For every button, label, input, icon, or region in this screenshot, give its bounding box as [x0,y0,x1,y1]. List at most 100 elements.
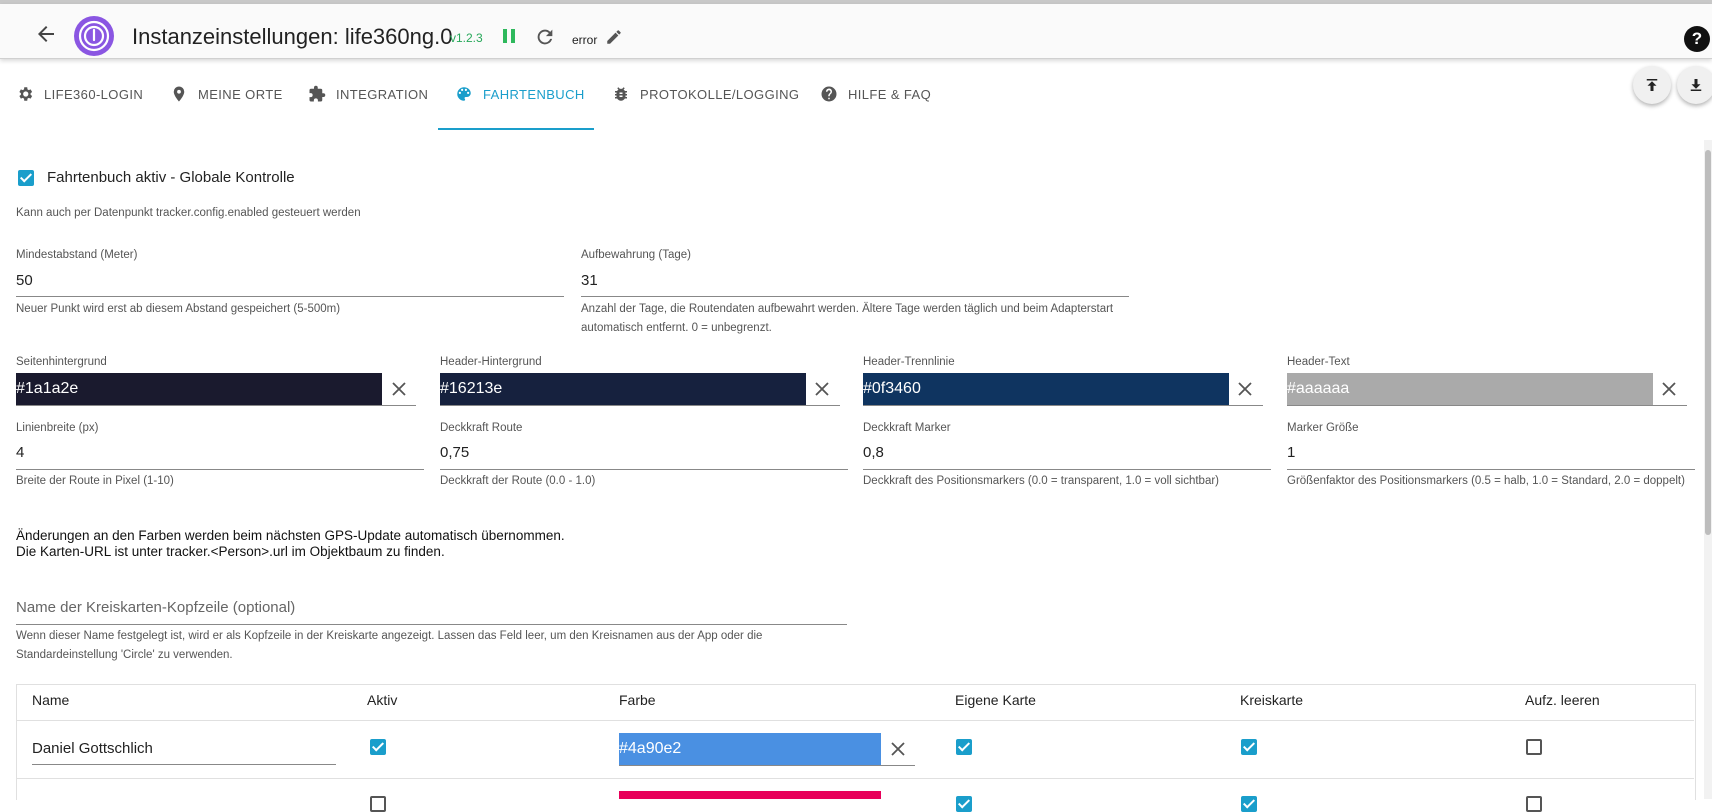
person-active-checkbox[interactable] [370,739,386,755]
life360-logo-icon [78,20,110,52]
retention-helper: Anzahl der Tage, die Routendaten aufbewa… [581,303,1114,334]
settings-tabs: LIFE360-LOGIN MEINE ORTE INTEGRATION FAH… [0,58,1630,132]
person-clear-checkbox[interactable] [1526,796,1542,812]
marker-opacity-label: Deckkraft Marker [863,422,951,434]
person-clear-checkbox[interactable] [1526,739,1542,755]
header-bg-color-input[interactable]: #16213e [440,373,806,405]
palette-icon [457,87,471,101]
tab-integration[interactable]: INTEGRATION [308,58,428,130]
circle-header-underline [16,624,847,625]
page-bg-label: Seitenhintergrund [16,356,107,368]
tab-label: INTEGRATION [336,86,429,102]
help-button[interactable]: ? [1684,26,1710,52]
fahrtenbuch-enabled-checkbox[interactable] [18,170,34,186]
route-opacity-label: Deckkraft Route [440,422,523,434]
line-width-input[interactable]: 4 [16,444,24,461]
active-tab-indicator [438,128,594,130]
download-config-button[interactable] [1677,66,1712,104]
marker-size-underline [1287,469,1695,470]
color-info-line-1: Änderungen an den Farben werden beim näc… [16,528,565,543]
page-bg-underline [16,405,416,406]
life360-logo [74,16,114,56]
header-text-label: Header-Text [1287,356,1350,368]
line-width-helper: Breite der Route in Pixel (1-10) [16,475,174,487]
retention-underline [581,296,1129,297]
tab-meine-orte[interactable]: MEINE ORTE [170,58,283,130]
page-bg-color-input[interactable]: #1a1a2e [16,373,382,405]
person-name-input[interactable]: Daniel Gottschlich [32,740,153,757]
person-color-underline [619,765,915,766]
edit-pencil-icon[interactable] [605,28,623,46]
column-header-eigene-karte: Eigene Karte [955,692,1036,708]
status-text: error [572,33,598,47]
clear-icon[interactable] [814,381,830,397]
marker-size-input[interactable]: 1 [1287,444,1295,461]
fahrtenbuch-enabled-label: Fahrtenbuch aktiv - Globale Kontrolle [47,169,295,186]
header-text-color-input[interactable]: #aaaaaa [1287,373,1653,405]
version-badge: v1.2.3 [450,31,483,45]
app-header: Instanzeinstellungen: life360ng.0 v1.2.3… [0,4,1712,59]
help-circle-icon [821,86,837,102]
clear-icon[interactable] [391,381,407,397]
color-info-text: Änderungen an den Farben werden beim näc… [16,528,565,560]
tab-label: LIFE360-LOGIN [44,86,144,102]
retention-label: Aufbewahrung (Tage) [581,249,691,261]
column-header-kreiskarte: Kreiskarte [1240,692,1304,708]
header-bg-underline [440,405,840,406]
min-distance-label: Mindestabstand (Meter) [16,249,138,261]
clear-icon[interactable] [1237,381,1253,397]
route-opacity-underline [440,469,848,470]
reload-icon[interactable] [534,26,556,48]
person-color-input[interactable] [619,791,881,799]
person-color-input[interactable]: #4a90e2 [619,733,881,765]
column-header-aktiv: Aktiv [367,692,398,708]
pause-icon[interactable] [503,29,519,48]
route-opacity-helper: Deckkraft der Route (0.0 - 1.0) [440,475,596,487]
column-header-aufz-leeren: Aufz. leeren [1525,692,1600,708]
marker-opacity-helper: Deckkraft des Positionsmarkers (0.0 = tr… [863,475,1220,487]
line-width-underline [16,469,424,470]
route-opacity-input[interactable]: 0,75 [440,444,469,461]
header-divider-underline [863,405,1263,406]
person-circle-map-checkbox[interactable] [1241,739,1257,755]
clear-icon[interactable] [1661,381,1677,397]
header-divider-label: Header-Trennlinie [863,356,955,368]
download-icon [1690,79,1702,91]
tab-protokolle-logging[interactable]: PROTOKOLLE/LOGGING [612,58,799,130]
person-own-map-checkbox[interactable] [956,796,972,812]
tab-fahrtenbuch[interactable]: FAHRTENBUCH [455,58,585,130]
person-own-map-checkbox[interactable] [956,739,972,755]
bug-icon [615,87,627,101]
tab-label: FAHRTENBUCH [483,86,585,102]
marker-opacity-underline [863,469,1271,470]
header-divider-color-input[interactable]: #0f3460 [863,373,1229,405]
table-header-divider [16,720,1694,721]
tab-life360-login[interactable]: LIFE360-LOGIN [16,58,143,130]
tab-label: HILFE & FAQ [848,86,932,102]
clear-icon[interactable] [890,741,906,757]
marker-opacity-input[interactable]: 0,8 [863,444,884,461]
scrollbar-thumb[interactable] [1705,150,1711,535]
min-distance-helper: Neuer Punkt wird erst ab diesem Abstand … [16,303,341,315]
column-header-name: Name [32,692,70,708]
color-info-line-2: Die Karten-URL ist unter tracker.<Person… [16,544,445,559]
line-width-label: Linienbreite (px) [16,422,99,434]
marker-size-label: Marker Größe [1287,422,1359,434]
upload-config-button[interactable] [1633,66,1671,104]
gear-icon [19,87,33,101]
page-title: Instanzeinstellungen: life360ng.0 [132,24,453,49]
min-distance-input[interactable]: 50 [16,272,33,289]
person-name-underline [32,764,336,765]
header-text-underline [1287,405,1687,406]
person-circle-map-checkbox[interactable] [1241,796,1257,812]
person-active-checkbox[interactable] [370,796,386,812]
column-header-farbe: Farbe [619,692,656,708]
retention-input[interactable]: 31 [581,272,598,289]
circle-header-input[interactable]: Name der Kreiskarten-Kopfzeile (optional… [16,599,295,616]
header-bg-label: Header-Hintergrund [440,356,542,368]
back-arrow-icon[interactable] [34,22,58,46]
puzzle-icon [309,85,326,102]
marker-size-helper: Größenfaktor des Positionsmarkers (0.5 =… [1287,475,1685,487]
tab-hilfe-faq[interactable]: HILFE & FAQ [820,58,931,130]
fahrtenbuch-enabled-helper: Kann auch per Datenpunkt tracker.config.… [16,207,361,219]
